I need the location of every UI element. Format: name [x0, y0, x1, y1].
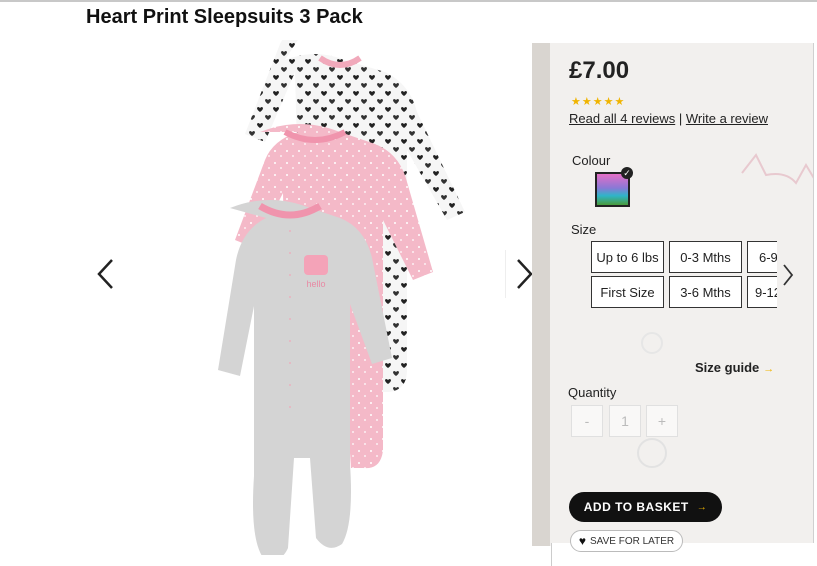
arrow-right-icon: → [763, 363, 775, 375]
quantity-label: Quantity [568, 385, 617, 400]
size-guide-label: Size guide [695, 360, 760, 375]
check-icon: ✓ [621, 167, 633, 179]
sleepsuits-illustration: hello [218, 40, 465, 555]
add-to-basket-button[interactable]: ADD TO BASKET → [569, 492, 722, 522]
size-option-6-9-mths[interactable]: 6-9 [747, 241, 777, 273]
size-guide-link[interactable]: Size guide → [695, 360, 774, 375]
size-option-3-6-mths[interactable]: 3-6 Mths [669, 276, 742, 308]
product-price: £7.00 [569, 57, 630, 84]
chevron-left-icon [97, 259, 113, 289]
gallery-prev-button[interactable] [88, 250, 124, 298]
rating-stars: ★★★★★ [571, 96, 626, 108]
size-label: Size [571, 222, 597, 237]
arrow-right-icon: → [696, 501, 708, 513]
product-title: Heart Print Sleepsuits 3 Pack [86, 6, 363, 28]
quantity-input[interactable]: 1 [609, 405, 641, 437]
quantity-decrease-button[interactable]: - [571, 405, 603, 437]
product-image: hello [80, 40, 545, 555]
panel-right-border [813, 43, 814, 546]
size-option-9-12-mths[interactable]: 9-12 [747, 276, 777, 308]
colour-label: Colour [572, 153, 611, 168]
size-scroll-next-button[interactable] [777, 258, 799, 292]
save-for-later-label: SAVE FOR LATER [590, 535, 675, 547]
chevron-right-icon [516, 259, 533, 289]
save-for-later-button[interactable]: ♥ SAVE FOR LATER [570, 530, 683, 552]
quantity-increase-button[interactable]: + [646, 405, 678, 437]
reviews-separator: | [678, 111, 683, 126]
read-reviews-link[interactable]: Read all 4 reviews [569, 111, 675, 126]
size-option-up-to-6-lbs[interactable]: Up to 6 lbs [591, 241, 664, 273]
top-divider [0, 0, 817, 2]
size-option-0-3-mths[interactable]: 0-3 Mths [669, 241, 742, 273]
size-options: Up to 6 lbs 0-3 Mths 6-9 First Size 3-6 … [591, 241, 777, 309]
write-review-link[interactable]: Write a review [686, 111, 768, 126]
chevron-right-icon [783, 264, 794, 286]
heart-icon: ♥ [578, 534, 587, 548]
reviews-links: Read all 4 reviews | Write a review [569, 111, 768, 126]
size-option-first-size[interactable]: First Size [591, 276, 664, 308]
svg-text:hello: hello [306, 279, 325, 289]
add-to-basket-label: ADD TO BASKET [583, 500, 689, 514]
